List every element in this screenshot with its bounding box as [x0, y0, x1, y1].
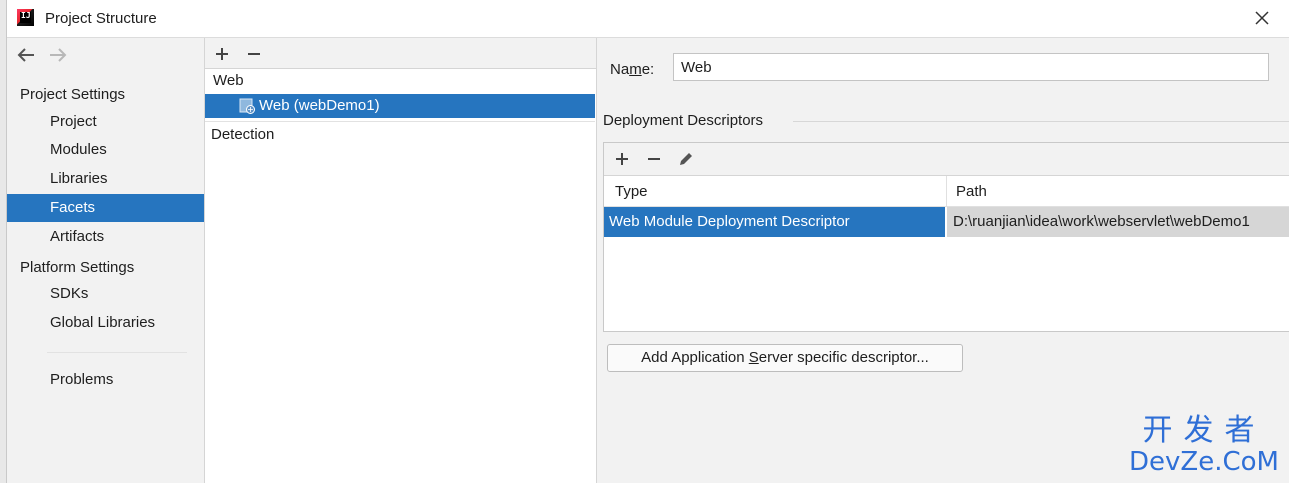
name-label: Name:	[610, 61, 654, 78]
tree-toolbar	[205, 38, 596, 69]
remove-descriptor-icon[interactable]	[645, 150, 663, 168]
project-settings-header: Project Settings	[20, 86, 126, 103]
nav-item-project[interactable]: Project	[7, 108, 204, 136]
remove-facet-icon[interactable]	[245, 45, 263, 63]
descriptors-toolbar	[604, 143, 1289, 176]
nav-item-modules[interactable]: Modules	[7, 136, 204, 164]
web-facet-icon	[239, 98, 255, 114]
add-descriptor-icon[interactable]	[613, 150, 631, 168]
window-title: Project Structure	[45, 10, 157, 27]
add-server-descriptor-button[interactable]: Add Application Server specific descript…	[607, 344, 963, 372]
tree-separator	[205, 121, 595, 122]
back-arrow-icon[interactable]	[15, 46, 37, 64]
name-label-part2: e:	[641, 61, 655, 78]
watermark: 开发者 DevZe.CoM	[1129, 413, 1279, 477]
add-facet-icon[interactable]	[213, 45, 231, 63]
column-divider	[946, 176, 947, 207]
column-path[interactable]: Path	[956, 183, 987, 200]
cell-type: Web Module Deployment Descriptor	[604, 207, 945, 237]
settings-nav: Project Settings Project Modules Librari…	[7, 38, 205, 483]
nav-item-problems[interactable]: Problems	[7, 366, 204, 394]
section-divider	[793, 121, 1289, 122]
table-row[interactable]: Web Module Deployment Descriptor D:\ruan…	[604, 207, 1289, 237]
name-input[interactable]	[673, 53, 1269, 81]
nav-separator	[47, 352, 187, 353]
tree-group-web[interactable]: Web	[213, 69, 244, 93]
platform-settings-header: Platform Settings	[20, 259, 135, 276]
forward-arrow-icon[interactable]	[47, 46, 69, 64]
deployment-descriptors-table: Type Path Web Module Deployment Descript…	[603, 142, 1289, 332]
btn-label-part2: erver specific descriptor...	[758, 349, 929, 366]
nav-item-sdks[interactable]: SDKs	[7, 280, 204, 308]
close-icon[interactable]	[1254, 10, 1270, 26]
btn-label-part1: Add Application	[641, 349, 749, 366]
facets-tree-panel: Web Web (webDemo1) Detection	[205, 38, 597, 483]
deployment-descriptors-title: Deployment Descriptors	[603, 112, 764, 129]
watermark-cn: 开发者	[1142, 413, 1266, 448]
nav-item-artifacts[interactable]: Artifacts	[7, 223, 204, 251]
tree-node-label: Web (webDemo1)	[259, 97, 380, 114]
column-type[interactable]: Type	[615, 183, 648, 200]
cell-path: D:\ruanjian\idea\work\webservlet\webDemo…	[947, 207, 1289, 237]
title-bar: IJ Project Structure	[7, 0, 1289, 38]
nav-item-facets[interactable]: Facets	[7, 194, 204, 222]
tree-detection[interactable]: Detection	[211, 123, 274, 147]
btn-label-mnemonic: S	[748, 349, 759, 366]
project-structure-dialog: IJ Project Structure Project Settings Pr…	[6, 0, 1289, 483]
intellij-logo-icon: IJ	[17, 9, 34, 26]
name-label-part1: Na	[610, 61, 630, 78]
tree-node-web-webdemo1[interactable]: Web (webDemo1)	[205, 94, 595, 118]
nav-item-libraries[interactable]: Libraries	[7, 165, 204, 193]
name-label-mnemonic: m	[629, 61, 642, 78]
nav-item-global-libraries[interactable]: Global Libraries	[7, 309, 204, 337]
watermark-en: DevZe.CoM	[1129, 447, 1279, 477]
edit-pencil-icon[interactable]	[677, 150, 695, 168]
